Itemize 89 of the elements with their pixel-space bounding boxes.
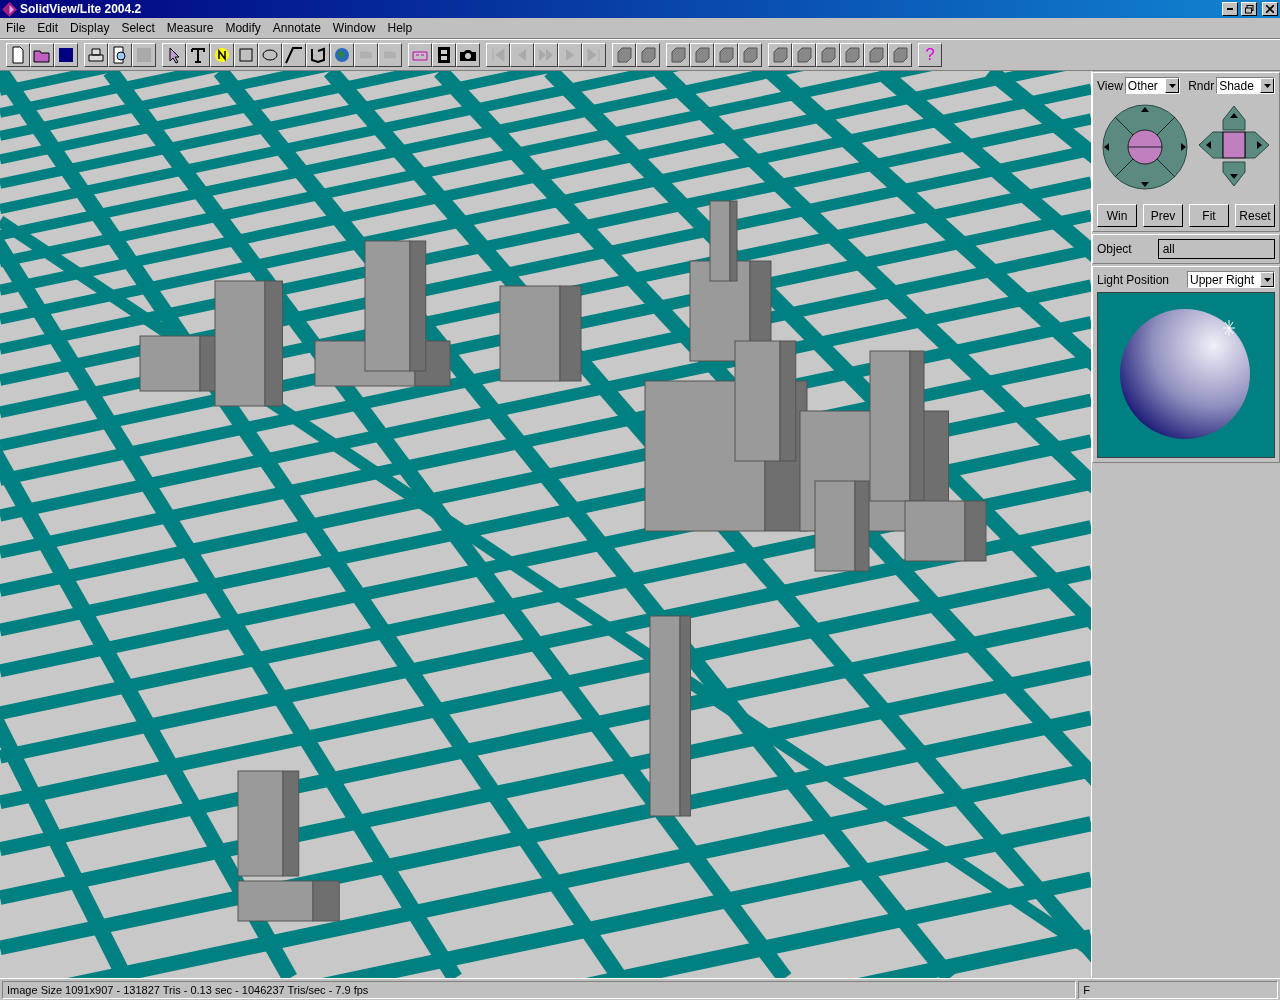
polyline-icon xyxy=(309,46,327,64)
square-icon xyxy=(57,46,75,64)
window-title: SolidView/Lite 2004.2 xyxy=(20,2,143,16)
toolbar-button[interactable] xyxy=(432,43,456,67)
toolbar-button[interactable] xyxy=(816,43,840,67)
menu-item[interactable]: Help xyxy=(381,21,419,35)
note-circle-icon xyxy=(213,46,231,64)
restore-icon xyxy=(1244,4,1254,14)
menu-item[interactable]: Display xyxy=(64,21,116,35)
toolbar-button[interactable] xyxy=(54,43,78,67)
light-sphere-drawing[interactable] xyxy=(1097,292,1275,458)
close-icon xyxy=(1266,5,1274,13)
dropdown-arrow-icon xyxy=(1168,83,1176,88)
view-cube-icon xyxy=(795,46,813,64)
toolbar-button[interactable] xyxy=(30,43,54,67)
toolbar-button[interactable] xyxy=(864,43,888,67)
toolbar-button[interactable] xyxy=(84,43,108,67)
restore-button[interactable] xyxy=(1241,2,1257,16)
letter-t-icon xyxy=(189,46,207,64)
toolbar-button[interactable] xyxy=(888,43,912,67)
view-cube-icon xyxy=(771,46,789,64)
status-text: Image Size 1091x907 - 131827 Tris - 0.13 sec - 1046237 Tris/sec - 7.9 fps xyxy=(2,981,1077,999)
toolbar-button[interactable] xyxy=(738,43,762,67)
render-label: Rndr xyxy=(1188,78,1215,93)
view-button[interactable]: Win xyxy=(1097,204,1137,227)
view-cube-icon xyxy=(615,46,633,64)
toolbar-button[interactable] xyxy=(282,43,306,67)
ellipse-icon xyxy=(261,46,279,64)
menu-item[interactable]: Edit xyxy=(31,21,65,35)
view-cube-icon xyxy=(693,46,711,64)
toolbar-button[interactable] xyxy=(108,43,132,67)
view-cube-icon xyxy=(741,46,759,64)
view-button[interactable]: Reset xyxy=(1235,204,1275,227)
view-cube-icon xyxy=(639,46,657,64)
toolbar-button[interactable] xyxy=(768,43,792,67)
menu-item[interactable]: File xyxy=(0,21,32,35)
view-dropdown[interactable]: Other xyxy=(1124,77,1181,94)
menu-item[interactable]: Select xyxy=(115,21,161,35)
toolbar-button[interactable] xyxy=(612,43,636,67)
view-button[interactable]: Prev xyxy=(1143,204,1183,227)
rotation-wheel-icon[interactable] xyxy=(1101,104,1189,190)
toolbar-button[interactable] xyxy=(456,43,480,67)
toolbar-button[interactable] xyxy=(258,43,282,67)
minimize-button[interactable] xyxy=(1222,2,1238,16)
rectangle-icon xyxy=(237,46,255,64)
pan-pad-icon[interactable] xyxy=(1197,104,1271,188)
film-strip-icon xyxy=(435,46,453,64)
toolbar-button[interactable] xyxy=(690,43,714,67)
menu-item[interactable]: Measure xyxy=(160,21,220,35)
view-cube-icon xyxy=(843,46,861,64)
close-button[interactable] xyxy=(1262,2,1278,16)
view-button[interactable]: Fit xyxy=(1189,204,1229,227)
status-flag: F xyxy=(1078,981,1278,999)
light-position-dropdown[interactable]: Upper Right xyxy=(1187,271,1275,288)
toolbar-button[interactable] xyxy=(330,43,354,67)
dropdown-arrow-icon xyxy=(1263,83,1271,88)
view-cube-icon xyxy=(819,46,837,64)
toolbar-button[interactable] xyxy=(306,43,330,67)
view-cube-icon xyxy=(717,46,735,64)
view-cube-icon xyxy=(867,46,885,64)
minimize-icon xyxy=(1227,8,1233,10)
toolbar-button[interactable] xyxy=(636,43,660,67)
toolbar-button[interactable] xyxy=(6,43,30,67)
toolbar-button[interactable] xyxy=(714,43,738,67)
toolbar-button[interactable] xyxy=(408,43,432,67)
menu-item[interactable]: Annotate xyxy=(266,21,327,35)
toolbar-button[interactable] xyxy=(162,43,186,67)
globe-icon xyxy=(333,46,351,64)
line-icon xyxy=(285,46,303,64)
object-field[interactable]: all xyxy=(1157,239,1275,259)
view-cube-icon xyxy=(669,46,687,64)
toolbar-button[interactable] xyxy=(840,43,864,67)
menu-item[interactable]: Modify xyxy=(219,21,267,35)
toolbar-button[interactable] xyxy=(186,43,210,67)
toolbar-button[interactable] xyxy=(234,43,258,67)
toolbar-button[interactable] xyxy=(666,43,690,67)
toolbar-button[interactable] xyxy=(210,43,234,67)
dropdown-arrow-icon xyxy=(1263,277,1271,282)
toolbar-button[interactable] xyxy=(792,43,816,67)
view-label: View xyxy=(1097,78,1123,93)
menu-item[interactable]: Window xyxy=(326,21,382,35)
app-logo-icon xyxy=(2,1,17,17)
light-position-label: Light Position xyxy=(1097,272,1170,287)
page-icon xyxy=(9,46,27,64)
printer-icon xyxy=(87,46,105,64)
object-label: Object xyxy=(1097,242,1132,256)
magnifier-page-icon xyxy=(111,46,129,64)
render-dropdown[interactable]: Shade xyxy=(1216,77,1275,94)
view-cube-icon xyxy=(891,46,909,64)
